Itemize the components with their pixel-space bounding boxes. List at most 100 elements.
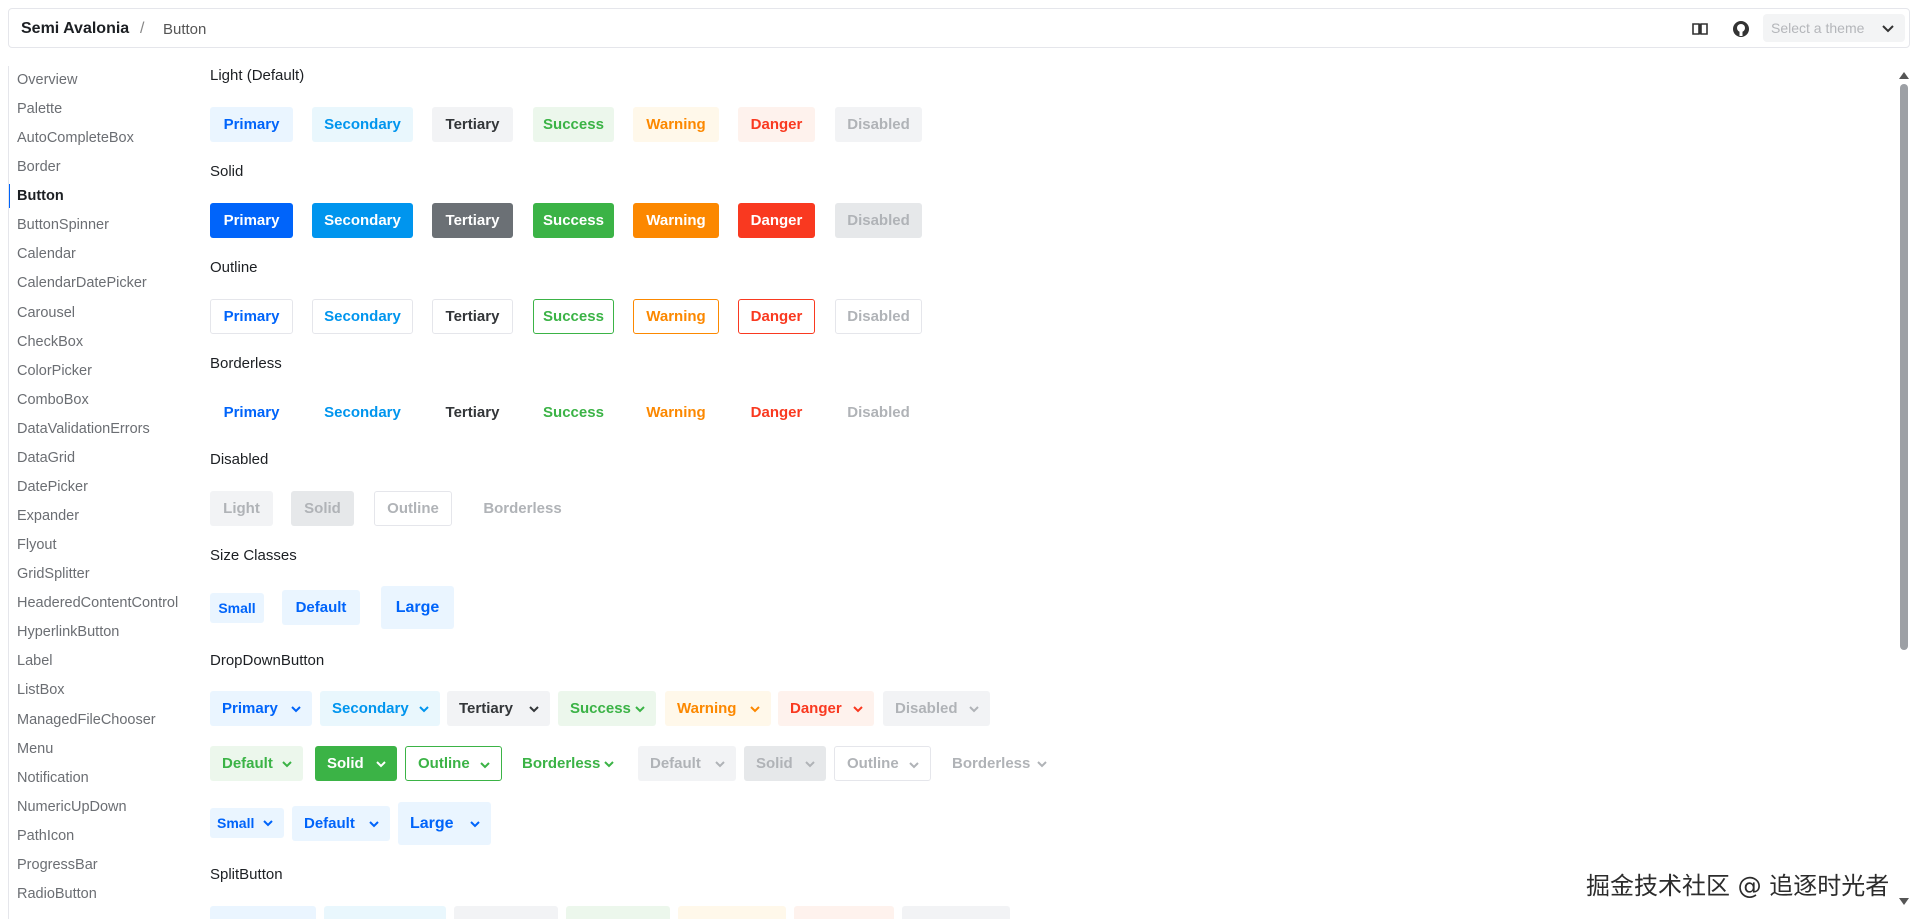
borderless-tertiary-button[interactable]: Tertiary [432,395,513,430]
dropdown-secondary-button[interactable]: Secondary [320,691,440,726]
sidebar-item-label[interactable]: Label [9,647,187,675]
dropdown-success-button[interactable]: Success [558,691,656,726]
sidebar-item-hyperlinkbutton[interactable]: HyperlinkButton [9,618,187,646]
sidebar-item-datavalidationerrors[interactable]: DataValidationErrors [9,415,187,443]
solid-danger-button[interactable]: Danger [738,203,815,238]
sidebar-item-headeredcontentcontrol[interactable]: HeaderedContentControl [9,589,187,617]
sidebar-item-calendardatepicker[interactable]: CalendarDatePicker [9,269,187,297]
sidebar-item-button[interactable]: Button [9,182,187,210]
solid-secondary-button[interactable]: Secondary [312,203,413,238]
sidebar-item-flyout[interactable]: Flyout [9,531,187,559]
split-success-button[interactable] [566,906,670,919]
borderless-success-button[interactable]: Success [533,395,614,430]
split-primary-button[interactable] [210,906,316,919]
sidebar-item-carousel[interactable]: Carousel [9,299,187,327]
book-icon[interactable] [1691,20,1709,38]
dropdown-default-button[interactable]: Default [292,806,390,841]
sidebar-item-datepicker[interactable]: DatePicker [9,473,187,501]
dropdown-label: Default [304,815,355,832]
sidebar-item-menu[interactable]: Menu [9,735,187,763]
sidebar-item-buttonspinner[interactable]: ButtonSpinner [9,211,187,239]
split-warning-button[interactable] [678,906,786,919]
disabled-borderless-button[interactable]: Borderless [460,491,585,526]
sidebar-item-pathicon[interactable]: PathIcon [9,822,187,850]
sidebar-item-overview[interactable]: Overview [9,66,187,94]
split-danger-button[interactable] [794,906,894,919]
dropdown-solid-button[interactable]: Solid [315,746,397,781]
outline-tertiary-button[interactable]: Tertiary [432,299,513,334]
dropdown-outline-button[interactable]: Outline [405,746,502,781]
dropdown-borderless-button[interactable]: Borderless [510,746,625,781]
outline-warning-button[interactable]: Warning [633,299,719,334]
borderless-danger-button[interactable]: Danger [738,395,815,430]
disabled-outline-button[interactable]: Outline [374,491,452,526]
solid-disabled-button[interactable]: Disabled [835,203,922,238]
github-icon[interactable] [1732,20,1750,38]
borderless-warning-button[interactable]: Warning [633,395,719,430]
outline-secondary-button[interactable]: Secondary [312,299,413,334]
dropdown-disabled-borderless-button[interactable]: Borderless [940,746,1058,781]
light-disabled-button[interactable]: Disabled [835,107,922,142]
sidebar-item-colorpicker[interactable]: ColorPicker [9,357,187,385]
sidebar-item-palette[interactable]: Palette [9,95,187,123]
light-tertiary-button[interactable]: Tertiary [432,107,513,142]
borderless-primary-button[interactable]: Primary [210,395,293,430]
sidebar-item-border[interactable]: Border [9,153,187,181]
scrollbar-thumb[interactable] [1900,84,1908,650]
solid-warning-button[interactable]: Warning [633,203,719,238]
borderless-disabled-button[interactable]: Disabled [835,395,922,430]
section-title-split: SplitButton [210,866,283,883]
scroll-down-arrow[interactable] [1899,898,1909,905]
dropdown-large-button[interactable]: Large [398,802,491,845]
dropdown-disabled-outline-button[interactable]: Outline [834,746,931,781]
light-secondary-button[interactable]: Secondary [312,107,413,142]
sidebar-item-combobox[interactable]: ComboBox [9,386,187,414]
light-warning-button[interactable]: Warning [633,107,719,142]
dropdown-default-button[interactable]: Default [210,746,303,781]
sidebar-item-autocompletebox[interactable]: AutoCompleteBox [9,124,187,152]
dropdown-warning-button[interactable]: Warning [665,691,771,726]
dropdown-primary-button[interactable]: Primary [210,691,312,726]
size-default-button[interactable]: Default [282,590,360,625]
sidebar-item-notification[interactable]: Notification [9,764,187,792]
sidebar-item-listbox[interactable]: ListBox [9,676,187,704]
chevron-down-icon [750,706,760,713]
disabled-light-button[interactable]: Light [210,491,273,526]
light-success-button[interactable]: Success [533,107,614,142]
sidebar-item-calendar[interactable]: Calendar [9,240,187,268]
dropdown-danger-button[interactable]: Danger [778,691,874,726]
dropdown-disabled-button[interactable]: Disabled [883,691,990,726]
light-primary-button[interactable]: Primary [210,107,293,142]
size-large-button[interactable]: Large [381,586,454,629]
sidebar-item-gridsplitter[interactable]: GridSplitter [9,560,187,588]
sidebar-item-numericupdown[interactable]: NumericUpDown [9,793,187,821]
outline-danger-button[interactable]: Danger [738,299,815,334]
dropdown-tertiary-button[interactable]: Tertiary [447,691,550,726]
dropdown-small-button[interactable]: Small [210,808,284,838]
size-small-button[interactable]: Small [210,593,264,623]
disabled-solid-button[interactable]: Solid [291,491,354,526]
theme-select[interactable]: Select a theme [1763,14,1905,42]
dropdown-disabled-default-button[interactable]: Default [638,746,736,781]
section-title-borderless: Borderless [210,355,282,372]
outline-primary-button[interactable]: Primary [210,299,293,334]
sidebar-item-managedfilechooser[interactable]: ManagedFileChooser [9,706,187,734]
solid-success-button[interactable]: Success [533,203,614,238]
borderless-secondary-button[interactable]: Secondary [312,395,413,430]
sidebar-item-datagrid[interactable]: DataGrid [9,444,187,472]
sidebar-item-checkbox[interactable]: CheckBox [9,328,187,356]
scroll-up-arrow[interactable] [1899,72,1909,79]
split-secondary-button[interactable] [324,906,446,919]
sidebar-item-expander[interactable]: Expander [9,502,187,530]
sidebar-item-progressbar[interactable]: ProgressBar [9,851,187,879]
split-tertiary-button[interactable] [454,906,558,919]
chevron-down-icon [282,761,292,768]
solid-primary-button[interactable]: Primary [210,203,293,238]
dropdown-disabled-solid-button[interactable]: Solid [744,746,826,781]
solid-tertiary-button[interactable]: Tertiary [432,203,513,238]
split-disabled-button[interactable] [902,906,1010,919]
outline-disabled-button[interactable]: Disabled [835,299,922,334]
light-danger-button[interactable]: Danger [738,107,815,142]
outline-success-button[interactable]: Success [533,299,614,334]
sidebar-item-radiobutton[interactable]: RadioButton [9,880,187,908]
